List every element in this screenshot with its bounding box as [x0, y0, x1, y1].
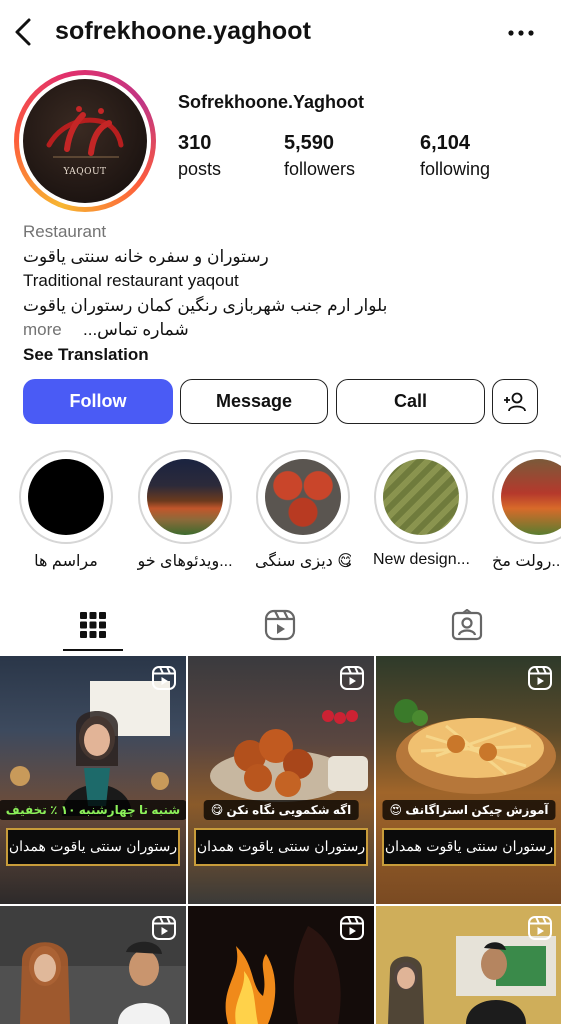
tab-posts-grid[interactable]: [43, 596, 143, 654]
bio-line: شماره تماس...: [83, 320, 189, 339]
posts-label: posts: [178, 159, 222, 179]
following-label: following: [420, 159, 491, 179]
highlight-label: دیزی سنگی 😋: [255, 553, 351, 570]
reel-indicator-icon: [528, 666, 552, 690]
post-brand-bar: رستوران سنتی یاقوت همدان: [194, 828, 368, 866]
stat-following[interactable]: 6,104 following: [420, 132, 490, 180]
tab-tagged[interactable]: [417, 596, 517, 654]
display-name: Sofrekhoone.Yaghoot: [178, 92, 365, 112]
followers-count: 5,590: [284, 132, 335, 154]
logo-caption: YAQOUT: [63, 167, 107, 177]
highlight-item[interactable]: مراسم ها: [18, 450, 114, 571]
highlight-cover: [265, 459, 341, 535]
suggest-users-button[interactable]: [492, 379, 538, 424]
see-translation-link[interactable]: See Translation: [23, 343, 543, 368]
highlight-label: رولت مخ...: [492, 553, 561, 570]
tab-reels[interactable]: [230, 596, 330, 654]
add-person-icon: [504, 392, 526, 411]
followers-label: followers: [284, 159, 356, 179]
bio-line: بلوار ارم جنب شهربازی رنگین کمان رستوران…: [23, 295, 388, 315]
bio-line: رستوران و سفره خانه سنتی یاقوت: [23, 246, 269, 266]
post-brand-bar: رستوران سنتی یاقوت همدان: [6, 828, 180, 866]
post-thumbnail[interactable]: شنبه تا چهارشنبه ۱۰ ٪ تخفیف رستوران سنتی…: [0, 656, 186, 904]
tagged-person-icon: [451, 609, 483, 641]
top-bar: sofrekhoone.yaghoot: [0, 0, 561, 64]
post-caption: اگه شکمویی نگاه نکن 😋: [203, 800, 359, 820]
grid-icon: [80, 612, 106, 638]
profile-bio: Restaurant رستوران و سفره خانه سنتی یاقو…: [23, 220, 543, 367]
posts-count: 310: [178, 132, 212, 154]
bio-line: Traditional restaurant yaqout: [23, 271, 239, 290]
post-photo-woman: [10, 681, 170, 816]
reel-indicator-icon: [340, 916, 364, 940]
reel-indicator-icon: [152, 666, 176, 690]
highlight-label: ویدئوهای خو...: [137, 553, 233, 570]
highlight-cover: [28, 459, 104, 535]
post-thumbnail[interactable]: [376, 906, 561, 1024]
highlight-item[interactable]: رولت مخ...: [492, 450, 561, 571]
post-thumbnail[interactable]: آموزش چیکن استراگانف 😍 رستوران سنتی یاقو…: [376, 656, 561, 904]
back-arrow-icon[interactable]: [10, 16, 38, 48]
post-thumbnail[interactable]: اگه شکمویی نگاه نکن 😋 رستوران سنتی یاقوت…: [188, 656, 374, 904]
profile-avatar: YAQOUT: [23, 79, 147, 203]
bio-category: Restaurant: [23, 222, 107, 241]
profile-tabs: [0, 596, 561, 654]
highlight-cover: [383, 459, 459, 535]
stat-posts[interactable]: 310 posts: [178, 132, 221, 180]
following-count: 6,104: [420, 132, 471, 154]
restaurant-logo: [46, 106, 124, 158]
highlight-item[interactable]: New design...: [373, 450, 469, 569]
reel-indicator-icon: [152, 916, 176, 940]
highlight-item[interactable]: دیزی سنگی 😋: [255, 450, 351, 571]
highlight-label: New design...: [373, 551, 469, 568]
highlight-cover: [147, 459, 223, 535]
highlight-cover: [501, 459, 561, 535]
post-photo-food: [210, 710, 368, 802]
follow-button[interactable]: Follow: [23, 379, 173, 424]
active-tab-indicator: [63, 649, 123, 651]
post-photo-food: [394, 699, 556, 794]
reel-indicator-icon: [340, 666, 364, 690]
highlight-label: مراسم ها: [34, 553, 98, 570]
post-caption: شنبه تا چهارشنبه ۱۰ ٪ تخفیف: [0, 800, 186, 820]
highlight-item[interactable]: ویدئوهای خو...: [137, 450, 233, 571]
post-thumbnail[interactable]: [0, 906, 186, 1024]
reel-indicator-icon: [528, 916, 552, 940]
reels-icon: [264, 609, 296, 641]
more-options-icon[interactable]: [507, 26, 535, 38]
post-caption: آموزش چیکن استراگانف 😍: [382, 800, 556, 820]
story-ring[interactable]: YAQOUT: [14, 70, 156, 212]
bio-more-link[interactable]: more: [23, 318, 62, 343]
post-brand-bar: رستوران سنتی یاقوت همدان: [382, 828, 556, 866]
post-thumbnail[interactable]: [188, 906, 374, 1024]
profile-username: sofrekhoone.yaghoot: [55, 17, 312, 45]
call-button[interactable]: Call: [336, 379, 485, 424]
message-button[interactable]: Message: [180, 379, 328, 424]
stat-followers[interactable]: 5,590 followers: [284, 132, 355, 180]
